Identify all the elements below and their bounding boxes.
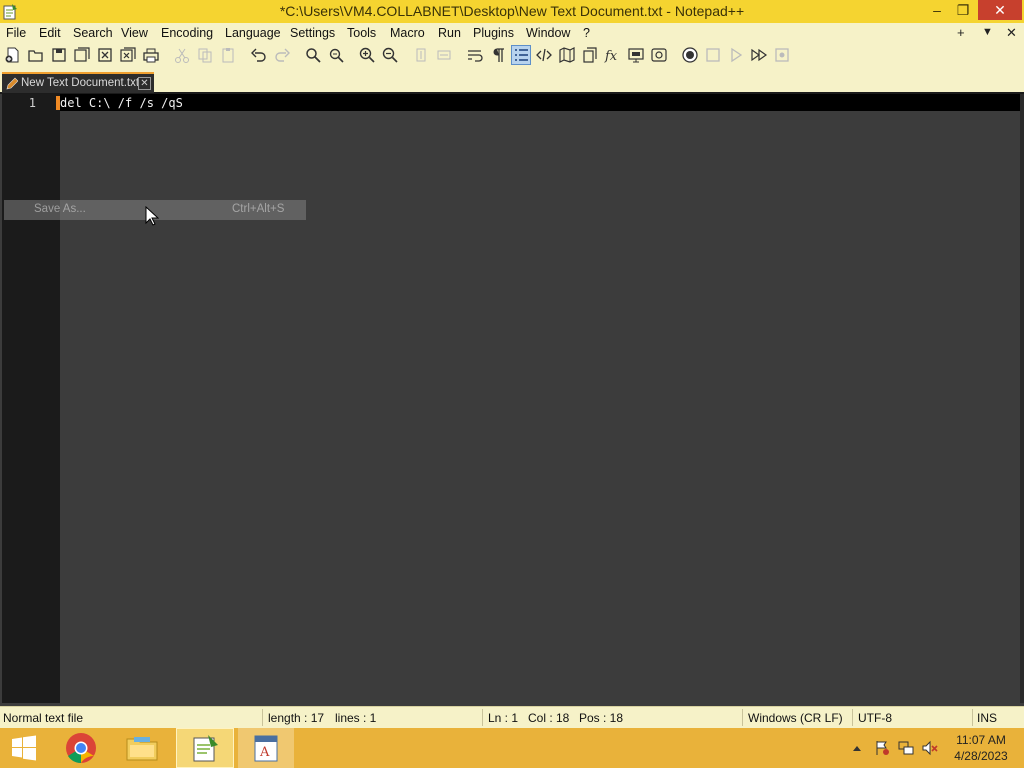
tab-list-button[interactable]: ▼	[982, 26, 993, 38]
document-list-icon[interactable]	[581, 46, 599, 64]
status-position: Pos : 18	[579, 711, 624, 725]
cut-icon[interactable]	[173, 46, 191, 64]
status-column: Col : 18	[528, 711, 570, 725]
find-icon[interactable]	[304, 46, 322, 64]
save-all-icon[interactable]	[73, 46, 91, 64]
tab-label: New Text Document.txt	[21, 77, 140, 89]
word-wrap-icon[interactable]	[466, 46, 484, 64]
menu-edit[interactable]: Edit	[39, 26, 61, 40]
clock-time: 11:07 AM	[956, 733, 1006, 747]
vertical-scrollbar[interactable]	[1020, 94, 1024, 703]
line-number: 1	[28, 96, 36, 110]
sync-horizontal-icon[interactable]	[435, 46, 453, 64]
status-separator	[742, 709, 743, 726]
file-explorer-icon[interactable]	[119, 728, 165, 768]
menu-settings[interactable]: Settings	[290, 26, 335, 40]
tab-close-icon[interactable]: ✕	[138, 77, 151, 90]
status-separator	[482, 709, 483, 726]
save-macro-icon[interactable]	[773, 46, 791, 64]
chrome-icon[interactable]	[58, 728, 104, 768]
redo-icon[interactable]	[273, 46, 291, 64]
status-file-type: Normal text file	[3, 711, 84, 725]
close-all-icon[interactable]	[119, 46, 137, 64]
show-all-characters-icon[interactable]	[489, 46, 507, 64]
editor-area[interactable]: 1 del C:\ /f /s /qS	[0, 94, 1024, 703]
menu-window[interactable]: Window	[526, 26, 570, 40]
toolbar: fx	[0, 43, 1024, 67]
mouse-cursor-icon	[145, 206, 159, 226]
paste-icon[interactable]	[219, 46, 237, 64]
status-length: length : 17	[268, 711, 325, 725]
copy-icon[interactable]	[196, 46, 214, 64]
action-center-flag-icon[interactable]	[872, 728, 892, 768]
status-line: Ln : 1	[488, 711, 519, 725]
document-tab[interactable]: New Text Document.txt ✕	[2, 72, 154, 93]
current-line-highlight	[60, 94, 1022, 111]
menu-view[interactable]: View	[121, 26, 148, 40]
notepadpp-window: *C:\Users\VM4.COLLABNET\Desktop\New Text…	[0, 0, 1024, 768]
tray-expand-icon[interactable]	[848, 728, 866, 768]
tab-strip: New Text Document.txt ✕	[0, 67, 1024, 94]
close-window-button[interactable]: ✕	[978, 0, 1022, 20]
document-app-icon[interactable]: A	[238, 728, 294, 768]
stop-macro-icon[interactable]	[704, 46, 722, 64]
document-map-icon[interactable]	[558, 46, 576, 64]
windows-start-icon[interactable]	[0, 728, 48, 768]
menu-tools[interactable]: Tools	[347, 26, 376, 40]
status-separator	[972, 709, 973, 726]
menu-run[interactable]: Run	[438, 26, 461, 40]
status-bar: Normal text file length : 17 lines : 1 L…	[0, 706, 1024, 728]
save-icon[interactable]	[50, 46, 68, 64]
monitoring-icon[interactable]	[650, 46, 668, 64]
indent-guide-icon[interactable]	[511, 45, 531, 65]
status-encoding: UTF-8	[858, 711, 892, 725]
line-number-gutter: 1	[2, 94, 60, 703]
new-tab-button[interactable]: +	[957, 25, 965, 40]
volume-muted-icon[interactable]	[920, 728, 940, 768]
menu-bar: File Edit Search View Encoding Language …	[0, 23, 1024, 43]
status-eol: Windows (CR LF)	[748, 711, 843, 725]
svg-text:A: A	[259, 745, 270, 760]
restore-button[interactable]: ❐	[946, 0, 980, 20]
status-separator	[852, 709, 853, 726]
code-line[interactable]: del C:\ /f /s /qS	[60, 96, 183, 110]
menu-plugins[interactable]: Plugins	[473, 26, 514, 40]
zoom-in-icon[interactable]	[358, 46, 376, 64]
menu-search[interactable]: Search	[73, 26, 113, 40]
close-document-button[interactable]: ✕	[1006, 25, 1017, 41]
zoom-out-icon[interactable]	[381, 46, 399, 64]
menu-encoding[interactable]: Encoding	[161, 26, 213, 40]
menu-language[interactable]: Language	[225, 26, 281, 40]
modified-pencil-icon	[6, 77, 18, 90]
title-bar[interactable]: *C:\Users\VM4.COLLABNET\Desktop\New Text…	[0, 0, 1024, 23]
save-as-label: Save As...	[34, 203, 86, 215]
window-title: *C:\Users\VM4.COLLABNET\Desktop\New Text…	[279, 3, 745, 19]
menu-file[interactable]: File	[6, 26, 26, 40]
run-macro-multiple-icon[interactable]	[750, 46, 768, 64]
sync-vertical-icon[interactable]	[412, 46, 430, 64]
open-file-icon[interactable]	[27, 46, 45, 64]
replace-icon[interactable]	[327, 46, 345, 64]
status-insert-mode: INS	[977, 711, 998, 725]
new-file-icon[interactable]	[4, 46, 22, 64]
folder-workspace-icon[interactable]	[627, 46, 645, 64]
menu-macro[interactable]: Macro	[390, 26, 425, 40]
close-icon[interactable]	[96, 46, 114, 64]
record-macro-icon[interactable]	[681, 46, 699, 64]
system-clock[interactable]: 11:07 AM 4/28/2023	[950, 732, 1012, 764]
play-macro-icon[interactable]	[727, 46, 745, 64]
status-separator	[262, 709, 263, 726]
network-icon[interactable]	[896, 728, 916, 768]
menu-help[interactable]: ?	[583, 26, 590, 40]
windows-taskbar: A 11:07 AM 4/28/2023	[0, 728, 1024, 768]
undo-icon[interactable]	[250, 46, 268, 64]
save-as-shortcut: Ctrl+Alt+S	[232, 203, 285, 215]
status-lines: lines : 1	[335, 711, 377, 725]
xml-tag-icon[interactable]	[535, 46, 553, 64]
notepad-plus-plus-icon[interactable]	[176, 728, 234, 768]
print-icon[interactable]	[142, 46, 160, 64]
function-list-icon[interactable]: fx	[604, 46, 622, 64]
clock-date: 4/28/2023	[954, 749, 1008, 763]
svg-text:fx: fx	[604, 49, 618, 64]
